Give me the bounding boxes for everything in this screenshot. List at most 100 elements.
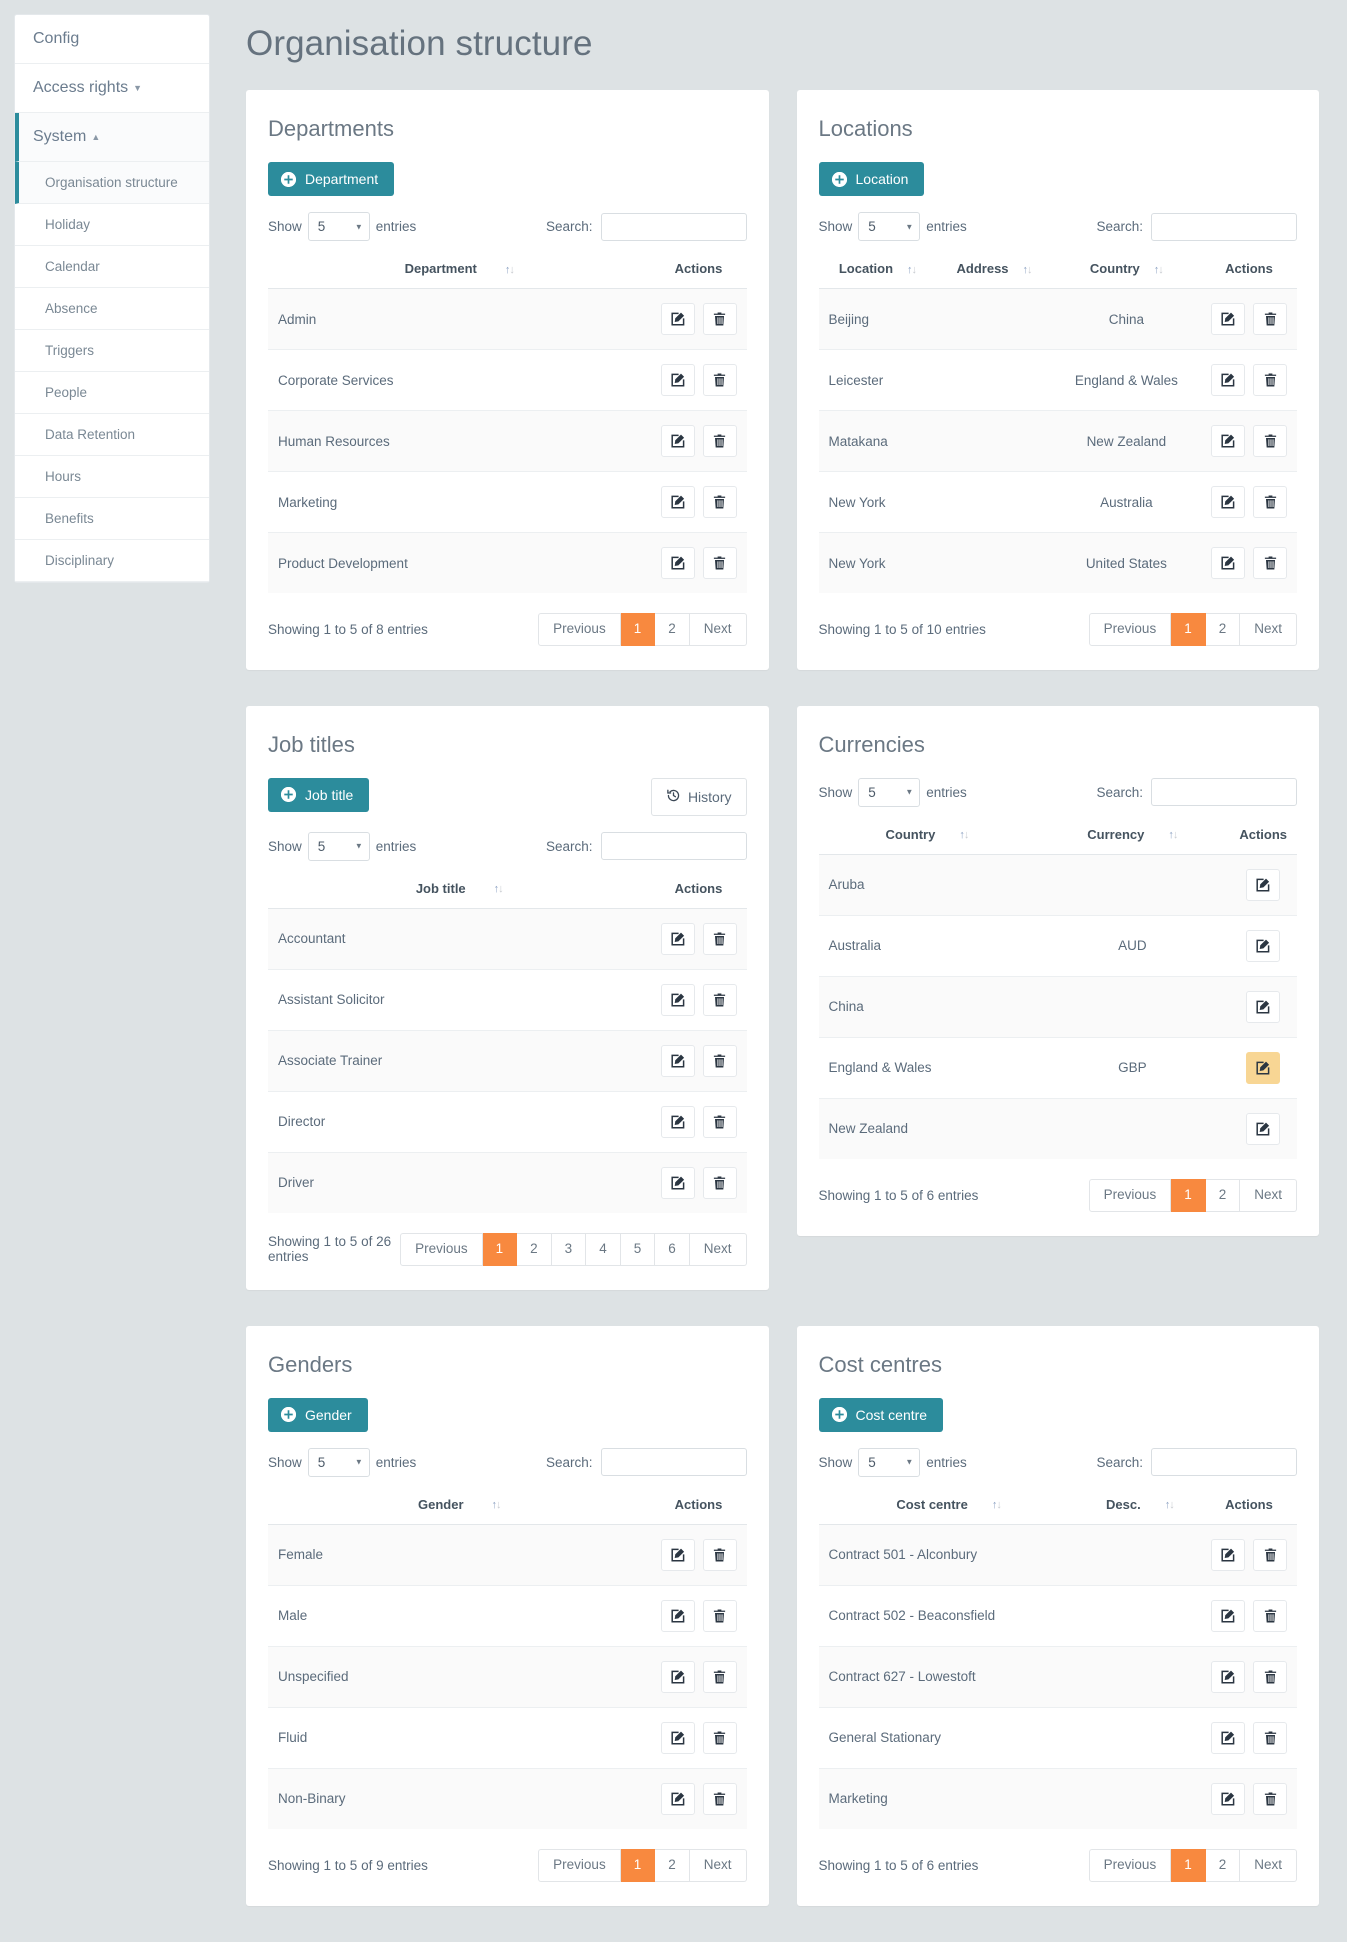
delete-button[interactable] [702, 1782, 737, 1815]
sidebar-item-calendar[interactable]: Calendar [15, 246, 209, 288]
sort-arrows-icon[interactable]: ↑↓ [992, 1499, 1002, 1511]
sidebar-item-holiday[interactable]: Holiday [15, 204, 209, 246]
departments-length-select[interactable]: 5 [307, 212, 370, 241]
sort-arrows-icon[interactable]: ↑↓ [1154, 264, 1164, 276]
pagination-previous[interactable]: Previous [400, 1232, 483, 1266]
delete-button[interactable] [702, 1166, 737, 1199]
pagination-previous[interactable]: Previous [1088, 613, 1172, 646]
edit-button[interactable] [660, 425, 695, 457]
pagination-next[interactable]: Next [689, 1848, 747, 1882]
sort-arrows-icon[interactable]: ↑↓ [1168, 829, 1178, 841]
delete-button[interactable] [702, 983, 737, 1016]
locations-search-input[interactable] [1151, 212, 1297, 241]
pagination-page-1[interactable]: 1 [1171, 613, 1206, 646]
edit-button[interactable] [1246, 868, 1281, 901]
delete-button[interactable] [702, 303, 737, 335]
delete-button[interactable] [1253, 425, 1287, 457]
delete-button[interactable] [702, 1044, 737, 1077]
delete-button[interactable] [702, 364, 737, 396]
delete-button[interactable] [1253, 547, 1287, 579]
pagination-previous[interactable]: Previous [538, 613, 621, 646]
edit-button[interactable] [660, 1721, 695, 1754]
sidebar-item-absence[interactable]: Absence [15, 288, 209, 330]
delete-button[interactable] [1253, 364, 1287, 396]
sort-arrows-icon[interactable]: ↑↓ [1023, 264, 1033, 276]
sidebar-item-access-rights[interactable]: Access rights ▼ [15, 64, 209, 113]
sort-arrows-icon[interactable]: ↑↓ [492, 1499, 502, 1511]
pagination-previous[interactable]: Previous [538, 1848, 621, 1882]
edit-button[interactable] [1211, 547, 1245, 579]
pagination-page-2[interactable]: 2 [517, 1232, 552, 1266]
edit-button[interactable] [1211, 1599, 1245, 1632]
pagination-next[interactable]: Next [1240, 1848, 1297, 1882]
delete-button[interactable] [702, 1599, 737, 1632]
genders-length-select[interactable]: 5 [307, 1447, 370, 1477]
sidebar-item-triggers[interactable]: Triggers [15, 330, 209, 372]
pagination-next[interactable]: Next [689, 1232, 747, 1266]
departments-search-input[interactable] [600, 212, 747, 241]
pagination-page-4[interactable]: 4 [586, 1232, 621, 1266]
sidebar-item-config[interactable]: Config [15, 15, 209, 64]
pagination-next[interactable]: Next [1240, 1178, 1297, 1212]
delete-button[interactable] [702, 486, 737, 518]
add-cost-centre-button[interactable]: Cost centre [818, 1397, 944, 1432]
edit-button[interactable] [660, 983, 695, 1016]
pagination-next[interactable]: Next [1240, 613, 1297, 646]
sidebar-item-data-retention[interactable]: Data Retention [15, 414, 209, 456]
delete-button[interactable] [1253, 1538, 1287, 1571]
edit-button[interactable] [1246, 1051, 1281, 1084]
edit-button[interactable] [1211, 1782, 1245, 1815]
pagination-page-1[interactable]: 1 [1171, 1178, 1206, 1212]
edit-button[interactable] [660, 547, 695, 579]
edit-button[interactable] [1211, 1538, 1245, 1571]
edit-button[interactable] [1246, 929, 1281, 962]
delete-button[interactable] [1253, 1660, 1287, 1693]
delete-button[interactable] [702, 425, 737, 457]
edit-button[interactable] [660, 486, 695, 518]
sidebar-item-disciplinary[interactable]: Disciplinary [15, 540, 209, 582]
delete-button[interactable] [1253, 303, 1287, 335]
pagination-page-1[interactable]: 1 [1171, 1848, 1206, 1882]
delete-button[interactable] [1253, 1721, 1287, 1754]
sort-arrows-icon[interactable]: ↑↓ [1165, 1499, 1175, 1511]
add-job-title-button[interactable]: Job title [268, 777, 370, 812]
add-gender-button[interactable]: Gender [268, 1397, 368, 1432]
cost-centres-search-input[interactable] [1151, 1448, 1297, 1477]
sort-arrows-icon[interactable]: ↑↓ [505, 264, 515, 276]
pagination-page-2[interactable]: 2 [655, 1848, 690, 1882]
delete-button[interactable] [702, 1721, 737, 1754]
pagination-page-1[interactable]: 1 [482, 1232, 518, 1266]
job-titles-search-input[interactable] [600, 832, 747, 861]
delete-button[interactable] [1253, 1782, 1287, 1815]
pagination-page-2[interactable]: 2 [1205, 613, 1241, 646]
delete-button[interactable] [1253, 486, 1287, 518]
edit-button[interactable] [660, 364, 695, 396]
edit-button[interactable] [660, 1166, 695, 1199]
delete-button[interactable] [702, 1660, 737, 1693]
edit-button[interactable] [1211, 1660, 1245, 1693]
genders-search-input[interactable] [600, 1448, 747, 1477]
edit-button[interactable] [1211, 364, 1245, 396]
job-titles-history-button[interactable]: History [650, 777, 747, 816]
locations-length-select[interactable]: 5 [858, 212, 921, 241]
job-titles-length-select[interactable]: 5 [307, 831, 370, 861]
sort-arrows-icon[interactable]: ↑↓ [907, 264, 917, 276]
pagination-page-3[interactable]: 3 [551, 1232, 587, 1266]
sidebar-item-benefits[interactable]: Benefits [15, 498, 209, 540]
sort-arrows-icon[interactable]: ↑↓ [959, 829, 969, 841]
edit-button[interactable] [660, 1105, 695, 1138]
edit-button[interactable] [660, 1660, 695, 1693]
edit-button[interactable] [1211, 303, 1245, 335]
pagination-page-2[interactable]: 2 [655, 613, 690, 646]
add-department-button[interactable]: Department [268, 162, 395, 196]
pagination-page-1[interactable]: 1 [620, 613, 656, 646]
pagination-page-5[interactable]: 5 [620, 1232, 656, 1266]
currencies-search-input[interactable] [1151, 778, 1297, 807]
pagination-previous[interactable]: Previous [1088, 1178, 1172, 1212]
edit-button[interactable] [1246, 1112, 1281, 1145]
edit-button[interactable] [660, 1599, 695, 1632]
edit-button[interactable] [1211, 486, 1245, 518]
edit-button[interactable] [1211, 425, 1245, 457]
edit-button[interactable] [660, 303, 695, 335]
edit-button[interactable] [660, 1782, 695, 1815]
